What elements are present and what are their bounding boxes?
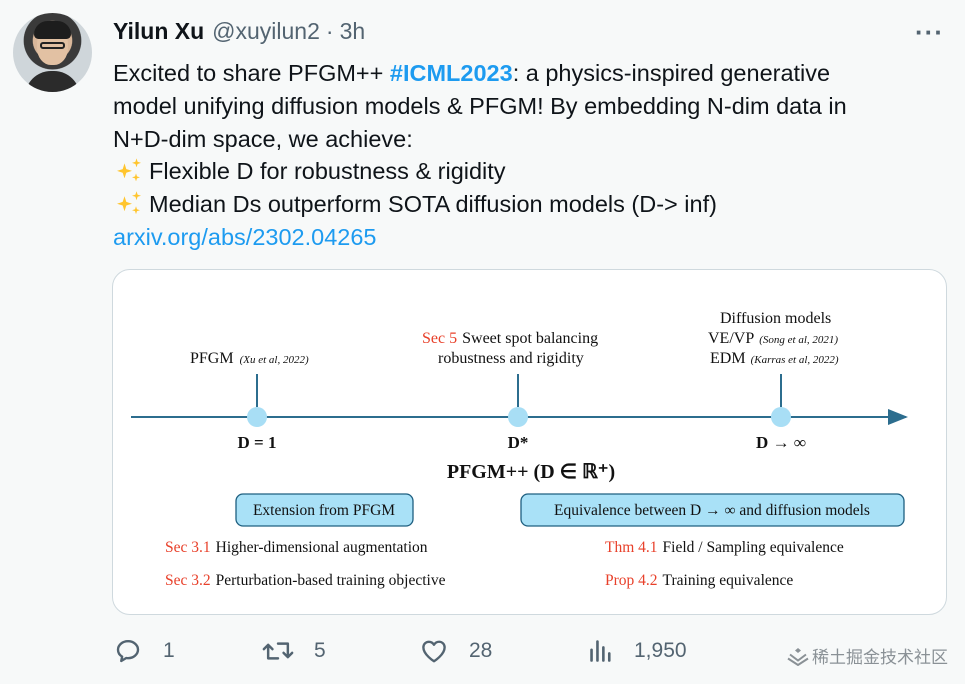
vevp-label: VE/VP (Song et al, 2021) <box>708 330 838 347</box>
tweet-line-3: N+D-dim space, we achieve: <box>113 125 413 152</box>
bullet-text: Flexible D for robustness & rigidity <box>149 158 506 185</box>
diffusion-title: Diffusion models <box>720 310 831 327</box>
sparkles-icon <box>113 191 142 215</box>
avatar-hair <box>34 21 71 39</box>
views-button[interactable]: 1,950 <box>588 636 687 666</box>
diagram-title: PFGM++ (D ∈ ℝ⁺) <box>447 461 615 483</box>
sec32-row: Sec 3.2 Perturbation-based training objec… <box>165 572 446 589</box>
avatar[interactable] <box>13 13 92 92</box>
label-d1: D = 1 <box>238 433 277 452</box>
hashtag-link[interactable]: #ICML2023 <box>390 60 513 86</box>
tweet: Yilun Xu @xuyilun2 · 3h ··· Excited to s… <box>0 0 965 684</box>
timestamp[interactable]: 3h <box>340 18 366 45</box>
author-handle[interactable]: @xuyilun2 <box>212 18 320 45</box>
reply-icon <box>116 640 140 663</box>
reply-count: 1 <box>163 639 175 662</box>
box-extension-label: Extension from PFGM <box>253 502 395 519</box>
tweet-bullet-2: Median Ds outperform SOTA diffusion mode… <box>113 188 943 221</box>
arxiv-link[interactable]: arxiv.org/abs/2302.04265 <box>113 221 943 254</box>
label-dinf: D → ∞ <box>756 433 806 452</box>
tweet-line-2: model unifying diffusion models & PFGM! … <box>113 92 847 119</box>
label-dstar: D* <box>508 433 529 452</box>
tweet-header: Yilun Xu @xuyilun2 · 3h <box>113 18 365 45</box>
author-name[interactable]: Yilun Xu <box>113 18 204 45</box>
prop42-row: Prop 4.2 Training equivalence <box>605 572 793 589</box>
separator: · <box>325 18 334 44</box>
pfgm-diagram: PFGM (Xu et al, 2022) Sec 5 Sweet spot bal… <box>131 310 908 589</box>
heart-icon <box>422 640 446 663</box>
sweet-spot-label: Sec 5 Sweet spot balancing <box>422 330 598 347</box>
thm41-row: Thm 4.1 Field / Sampling equivalence <box>605 539 844 556</box>
tweet-line-1: Excited to share PFGM++ #ICML2023: a phy… <box>113 57 943 90</box>
watermark: 稀土掘金技术社区 <box>787 643 948 668</box>
bullet-text: Median Ds outperform SOTA diffusion mode… <box>149 191 717 218</box>
retweet-count: 5 <box>314 639 326 662</box>
sparkles-icon <box>113 158 142 182</box>
like-count: 28 <box>469 639 493 662</box>
pfgm-label: PFGM (Xu et al, 2022) <box>190 350 309 367</box>
reply-button[interactable]: 1 <box>113 636 175 666</box>
edm-label: EDM (Karras et al, 2022) <box>710 350 839 367</box>
juejin-logo-icon <box>787 647 809 666</box>
like-button[interactable]: 28 <box>419 636 492 666</box>
avatar-shirt <box>25 71 80 92</box>
sec31-row: Sec 3.1 Higher-dimensional augmentation <box>165 539 428 556</box>
retweet-button[interactable]: 5 <box>262 636 326 666</box>
tweet-bullet-1: Flexible D for robustness & rigidity <box>113 155 943 188</box>
views-count: 1,950 <box>634 639 687 662</box>
node-d1 <box>247 407 267 427</box>
box-equivalence-label: Equivalence between D → ∞ and diffusion … <box>554 502 870 519</box>
node-dstar <box>508 407 528 427</box>
analytics-icon <box>590 640 611 662</box>
media-image-card[interactable]: PFGM (Xu et al, 2022) Sec 5 Sweet spot bal… <box>112 269 947 615</box>
node-dinf <box>771 407 791 427</box>
watermark-text: 稀土掘金技术社区 <box>812 648 948 667</box>
text-segment: Excited to share PFGM++ <box>113 60 390 86</box>
more-options-icon[interactable]: ··· <box>915 17 944 48</box>
sweet-spot-label-2: robustness and rigidity <box>438 350 584 367</box>
text-segment: : a physics-inspired generative <box>512 60 831 86</box>
avatar-glasses <box>40 42 65 49</box>
tweet-text: Excited to share PFGM++ #ICML2023: a phy… <box>113 57 943 254</box>
retweet-icon <box>262 642 294 660</box>
